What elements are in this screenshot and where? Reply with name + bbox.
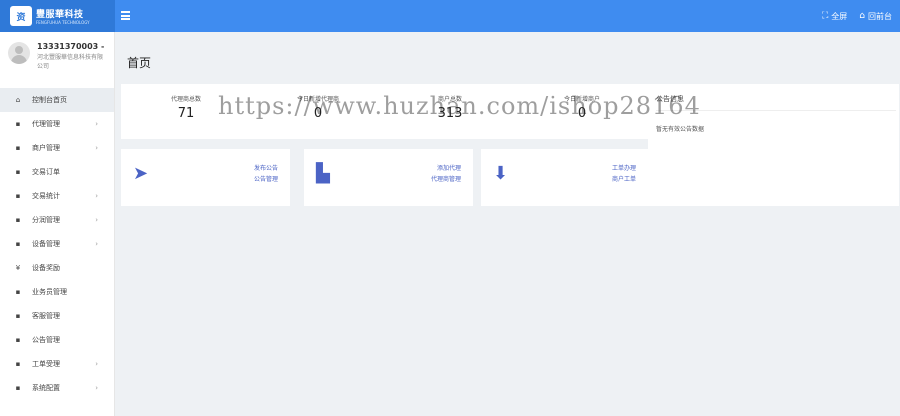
chevron-right-icon: › — [95, 216, 98, 224]
yuan-icon: ¥ — [15, 264, 21, 272]
device-icon: ▪ — [15, 240, 21, 248]
top-bar: 资 豐服華科技 FENGFUHUA TECHNOLOGY ⛶ 全屏 ⌂ 回前台 — [0, 0, 900, 32]
chevron-right-icon: › — [95, 360, 98, 368]
sidebar-item-label: 设备管理 — [32, 240, 60, 248]
agent-icon: ▪ — [15, 120, 21, 128]
home-icon: ⌂ — [859, 11, 865, 21]
ticket-icon: ▪ — [15, 360, 21, 368]
sidebar-item[interactable]: ▪ 工单受理 › — [0, 352, 114, 376]
home-front-button[interactable]: ⌂ 回前台 — [859, 11, 892, 22]
sidebar-item[interactable]: ▪ 设备管理 › — [0, 232, 114, 256]
menu-toggle-icon[interactable] — [121, 11, 130, 20]
sidebar-item[interactable]: ⌂ 控制台首页 — [0, 88, 114, 112]
sidebar: 13331370003 - 河北豐服華信息科技有限公司 ⌂ 控制台首页 ▪ 代理管理 ›… — [0, 32, 115, 416]
download-icon: ⬇ — [493, 163, 509, 184]
chevron-right-icon: › — [95, 120, 98, 128]
notice-icon: ▪ — [15, 336, 21, 344]
sidebar-item-label: 代理管理 — [32, 120, 60, 128]
home-icon: ⌂ — [15, 96, 21, 104]
sidebar-item[interactable]: ▪ 交易统计 › — [0, 184, 114, 208]
sidebar-item-label: 分润管理 — [32, 216, 60, 224]
sidebar-item[interactable]: ▪ 公告管理 — [0, 328, 114, 352]
add-agent-card[interactable]: ▙ 添加代理 代理商管理 — [304, 149, 473, 206]
fullscreen-icon: ⛶ — [821, 11, 829, 21]
brand-name: 豐服華科技 — [36, 10, 84, 20]
sidebar-item-label: 商户管理 — [32, 144, 60, 152]
brand-subtitle: FENGFUHUA TECHNOLOGY — [36, 20, 90, 25]
page-title: 首页 — [127, 56, 152, 70]
user-info[interactable]: 13331370003 - 河北豐服華信息科技有限公司 — [0, 32, 114, 84]
chevron-right-icon: › — [95, 384, 98, 392]
brand[interactable]: 资 豐服華科技 FENGFUHUA TECHNOLOGY — [0, 0, 115, 32]
sidebar-item-label: 交易订单 — [32, 168, 60, 176]
sidebar-item-label: 控制台首页 — [32, 96, 67, 104]
salesman-icon: ▪ — [15, 288, 21, 296]
sidebar-item[interactable]: ▪ 商户管理 › — [0, 136, 114, 160]
send-icon: ➤ — [133, 163, 149, 184]
user-name: 13331370003 - — [37, 42, 105, 51]
sidebar-item-label: 客服管理 — [32, 312, 60, 320]
sidebar-item-label: 公告管理 — [32, 336, 60, 344]
split-icon: ▪ — [15, 216, 21, 224]
logo-icon: 资 — [10, 6, 32, 26]
order-icon: ▪ — [15, 168, 21, 176]
ticket-card[interactable]: ⬇ 工单办理 商户工单 — [481, 149, 648, 206]
sidebar-item[interactable]: ▪ 系统配置 › — [0, 376, 114, 400]
sidebar-item[interactable]: ▪ 代理管理 › — [0, 112, 114, 136]
fullscreen-button[interactable]: ⛶ 全屏 — [822, 11, 847, 22]
user-company: 河北豐服華信息科技有限公司 — [37, 54, 104, 70]
sidebar-item[interactable]: ▪ 业务员管理 — [0, 280, 114, 304]
chevron-right-icon: › — [95, 240, 98, 248]
publish-notice-card[interactable]: ➤ 发布公告 公告管理 — [121, 149, 290, 206]
watermark: https://www.huzhan.com/ishop28164 — [218, 92, 701, 120]
sidebar-item-label: 交易统计 — [32, 192, 60, 200]
sidebar-item-label: 工单受理 — [32, 360, 60, 368]
sidebar-item-label: 设备奖励 — [32, 264, 60, 272]
customer-icon: ▪ — [15, 312, 21, 320]
settings-icon: ▪ — [15, 384, 21, 392]
sidebar-item[interactable]: ▪ 客服管理 — [0, 304, 114, 328]
sidebar-item-label: 系统配置 — [32, 384, 60, 392]
sidebar-item[interactable]: ▪ 分润管理 › — [0, 208, 114, 232]
chevron-right-icon: › — [95, 144, 98, 152]
merchant-icon: ▪ — [15, 144, 21, 152]
avatar — [8, 42, 30, 64]
stat-agent-total: 代理商总数 71 — [170, 96, 201, 121]
chevron-right-icon: › — [95, 192, 98, 200]
notice-empty-text: 暂无有效公告数据 — [656, 126, 705, 133]
sidebar-nav: ⌂ 控制台首页 ▪ 代理管理 › ▪ 商户管理 › ▪ 交易订单 ▪ 交易统计 › ▪ 分润管理 › ▪ 设备管理… — [0, 88, 114, 400]
sidebar-item[interactable]: ▪ 交易订单 — [0, 160, 114, 184]
sidebar-item-label: 业务员管理 — [32, 288, 67, 296]
stats-icon: ▪ — [15, 192, 21, 200]
sidebar-item[interactable]: ¥ 设备奖励 — [0, 256, 114, 280]
file-add-icon: ▙ — [316, 163, 330, 184]
